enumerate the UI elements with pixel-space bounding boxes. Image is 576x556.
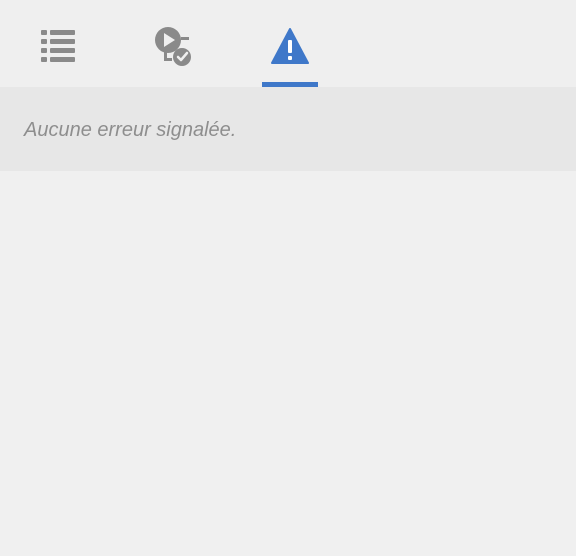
errors-list-area (0, 171, 576, 556)
warning-icon (271, 28, 309, 64)
tab-errors[interactable] (262, 0, 320, 87)
tab-preflight[interactable] (145, 0, 203, 87)
tab-list[interactable] (30, 0, 88, 87)
list-icon (41, 30, 75, 62)
tab-bar (0, 0, 576, 87)
no-errors-message: Aucune erreur signalée. (24, 119, 237, 141)
errors-panel: Aucune erreur signalée. (0, 0, 576, 556)
empty-state-row: Aucune erreur signalée. (0, 87, 576, 171)
play-check-icon (155, 27, 191, 66)
